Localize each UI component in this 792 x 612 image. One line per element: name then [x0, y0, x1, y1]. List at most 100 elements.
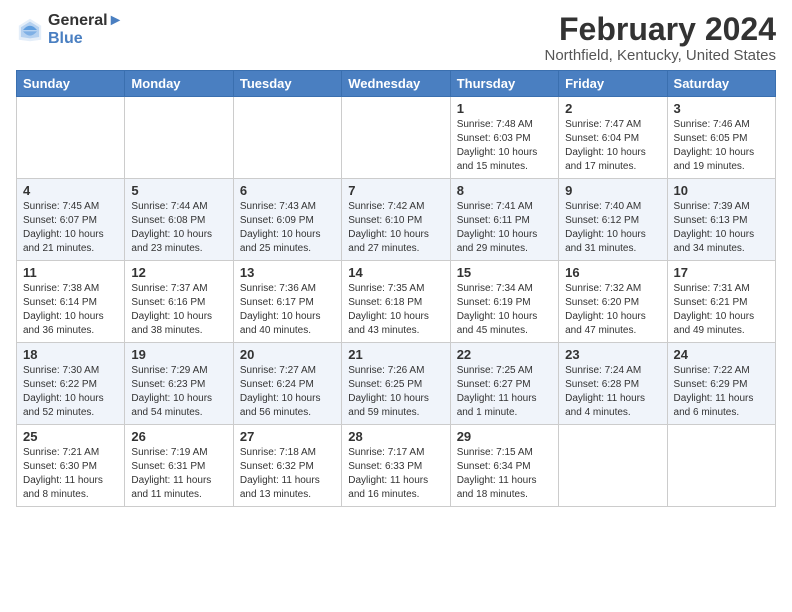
main-title: February 2024: [544, 12, 776, 47]
calendar-cell: [17, 97, 125, 179]
calendar-week-3: 11 Sunrise: 7:38 AM Sunset: 6:14 PM Dayli…: [17, 261, 776, 343]
day-number: 18: [23, 347, 118, 362]
day-info: Sunrise: 7:43 AM Sunset: 6:09 PM Dayligh…: [240, 200, 335, 256]
calendar-cell: [233, 97, 341, 179]
day-number: 9: [565, 183, 660, 198]
calendar-cell: 1 Sunrise: 7:48 AM Sunset: 6:03 PM Daylig…: [450, 97, 558, 179]
day-number: 28: [348, 429, 443, 444]
calendar-cell: 14Sunrise: 7:35 AM Sunset: 6:18 PM Dayli…: [342, 261, 450, 343]
day-info: Sunrise: 7:38 AM Sunset: 6:14 PM Dayligh…: [23, 282, 118, 338]
calendar-cell: 9Sunrise: 7:40 AM Sunset: 6:12 PM Daylig…: [559, 179, 667, 261]
day-info: Sunrise: 7:48 AM Sunset: 6:03 PM Dayligh…: [457, 118, 552, 174]
calendar-cell: 19 Sunrise: 7:29 AM Sunset: 6:23 PM Dayli…: [125, 343, 233, 425]
day-number: 29: [457, 429, 552, 444]
calendar-cell: 28 Sunrise: 7:17 AM Sunset: 6:33 PM Dayli…: [342, 425, 450, 507]
calendar-cell: 20 Sunrise: 7:27 AM Sunset: 6:24 PM Dayli…: [233, 343, 341, 425]
day-number: 2: [565, 101, 660, 116]
calendar-cell: 26 Sunrise: 7:19 AM Sunset: 6:31 PM Dayli…: [125, 425, 233, 507]
day-info: Sunrise: 7:47 AM Sunset: 6:04 PM Dayligh…: [565, 118, 660, 174]
header-thursday: Thursday: [450, 71, 558, 97]
calendar-cell: 16Sunrise: 7:32 AM Sunset: 6:20 PM Dayli…: [559, 261, 667, 343]
day-number: 13: [240, 265, 335, 280]
day-info: Sunrise: 7:25 AM Sunset: 6:27 PM Dayligh…: [457, 364, 552, 420]
day-info: Sunrise: 7:39 AM Sunset: 6:13 PM Dayligh…: [674, 200, 769, 256]
day-number: 26: [131, 429, 226, 444]
calendar-cell: 8 Sunrise: 7:41 AM Sunset: 6:11 PM Daylig…: [450, 179, 558, 261]
day-info: Sunrise: 7:15 AM Sunset: 6:34 PM Dayligh…: [457, 446, 552, 502]
subtitle: Northfield, Kentucky, United States: [544, 47, 776, 64]
day-info: Sunrise: 7:42 AM Sunset: 6:10 PM Dayligh…: [348, 200, 443, 256]
calendar-table: Sunday Monday Tuesday Wednesday Thursday…: [16, 70, 776, 507]
logo-text: General► Blue: [48, 12, 123, 48]
page-container: General► Blue February 2024 Northfield, …: [0, 0, 792, 515]
day-info: Sunrise: 7:18 AM Sunset: 6:32 PM Dayligh…: [240, 446, 335, 502]
calendar-cell: [559, 425, 667, 507]
calendar-cell: [667, 425, 775, 507]
day-number: 11: [23, 265, 118, 280]
day-info: Sunrise: 7:36 AM Sunset: 6:17 PM Dayligh…: [240, 282, 335, 338]
day-info: Sunrise: 7:24 AM Sunset: 6:28 PM Dayligh…: [565, 364, 660, 420]
calendar-cell: [342, 97, 450, 179]
day-number: 3: [674, 101, 769, 116]
title-section: February 2024 Northfield, Kentucky, Unit…: [544, 12, 776, 64]
day-info: Sunrise: 7:34 AM Sunset: 6:19 PM Dayligh…: [457, 282, 552, 338]
day-info: Sunrise: 7:37 AM Sunset: 6:16 PM Dayligh…: [131, 282, 226, 338]
day-number: 6: [240, 183, 335, 198]
day-number: 4: [23, 183, 118, 198]
header-wednesday: Wednesday: [342, 71, 450, 97]
weekday-header-row: Sunday Monday Tuesday Wednesday Thursday…: [17, 71, 776, 97]
day-number: 1: [457, 101, 552, 116]
calendar-cell: 13 Sunrise: 7:36 AM Sunset: 6:17 PM Dayli…: [233, 261, 341, 343]
day-info: Sunrise: 7:22 AM Sunset: 6:29 PM Dayligh…: [674, 364, 769, 420]
header-tuesday: Tuesday: [233, 71, 341, 97]
day-info: Sunrise: 7:29 AM Sunset: 6:23 PM Dayligh…: [131, 364, 226, 420]
day-number: 22: [457, 347, 552, 362]
calendar-cell: 21Sunrise: 7:26 AM Sunset: 6:25 PM Dayli…: [342, 343, 450, 425]
calendar-cell: 23Sunrise: 7:24 AM Sunset: 6:28 PM Dayli…: [559, 343, 667, 425]
day-number: 8: [457, 183, 552, 198]
calendar-cell: 7 Sunrise: 7:42 AM Sunset: 6:10 PM Daylig…: [342, 179, 450, 261]
day-info: Sunrise: 7:19 AM Sunset: 6:31 PM Dayligh…: [131, 446, 226, 502]
header-sunday: Sunday: [17, 71, 125, 97]
logo: General► Blue: [16, 12, 123, 48]
day-number: 24: [674, 347, 769, 362]
day-number: 16: [565, 265, 660, 280]
day-info: Sunrise: 7:41 AM Sunset: 6:11 PM Dayligh…: [457, 200, 552, 256]
calendar-week-2: 4Sunrise: 7:45 AM Sunset: 6:07 PM Daylig…: [17, 179, 776, 261]
calendar-week-4: 18Sunrise: 7:30 AM Sunset: 6:22 PM Dayli…: [17, 343, 776, 425]
day-number: 27: [240, 429, 335, 444]
calendar-cell: 12 Sunrise: 7:37 AM Sunset: 6:16 PM Dayli…: [125, 261, 233, 343]
day-info: Sunrise: 7:35 AM Sunset: 6:18 PM Dayligh…: [348, 282, 443, 338]
day-number: 10: [674, 183, 769, 198]
calendar-week-1: 1 Sunrise: 7:48 AM Sunset: 6:03 PM Daylig…: [17, 97, 776, 179]
calendar-cell: 17 Sunrise: 7:31 AM Sunset: 6:21 PM Dayli…: [667, 261, 775, 343]
day-info: Sunrise: 7:44 AM Sunset: 6:08 PM Dayligh…: [131, 200, 226, 256]
calendar-cell: 29 Sunrise: 7:15 AM Sunset: 6:34 PM Dayli…: [450, 425, 558, 507]
day-info: Sunrise: 7:17 AM Sunset: 6:33 PM Dayligh…: [348, 446, 443, 502]
day-number: 7: [348, 183, 443, 198]
calendar-cell: [125, 97, 233, 179]
day-number: 19: [131, 347, 226, 362]
calendar-cell: 4Sunrise: 7:45 AM Sunset: 6:07 PM Daylig…: [17, 179, 125, 261]
calendar-cell: 25Sunrise: 7:21 AM Sunset: 6:30 PM Dayli…: [17, 425, 125, 507]
day-number: 20: [240, 347, 335, 362]
calendar-cell: 18Sunrise: 7:30 AM Sunset: 6:22 PM Dayli…: [17, 343, 125, 425]
calendar-cell: 15 Sunrise: 7:34 AM Sunset: 6:19 PM Dayli…: [450, 261, 558, 343]
header: General► Blue February 2024 Northfield, …: [16, 12, 776, 64]
day-number: 17: [674, 265, 769, 280]
day-info: Sunrise: 7:31 AM Sunset: 6:21 PM Dayligh…: [674, 282, 769, 338]
calendar-cell: 22 Sunrise: 7:25 AM Sunset: 6:27 PM Dayli…: [450, 343, 558, 425]
header-saturday: Saturday: [667, 71, 775, 97]
header-friday: Friday: [559, 71, 667, 97]
day-number: 15: [457, 265, 552, 280]
day-number: 12: [131, 265, 226, 280]
day-number: 5: [131, 183, 226, 198]
calendar-cell: 3Sunrise: 7:46 AM Sunset: 6:05 PM Daylig…: [667, 97, 775, 179]
calendar-cell: 10 Sunrise: 7:39 AM Sunset: 6:13 PM Dayli…: [667, 179, 775, 261]
calendar-week-5: 25Sunrise: 7:21 AM Sunset: 6:30 PM Dayli…: [17, 425, 776, 507]
day-info: Sunrise: 7:27 AM Sunset: 6:24 PM Dayligh…: [240, 364, 335, 420]
calendar-cell: 6 Sunrise: 7:43 AM Sunset: 6:09 PM Daylig…: [233, 179, 341, 261]
calendar-cell: 11 Sunrise: 7:38 AM Sunset: 6:14 PM Dayli…: [17, 261, 125, 343]
calendar-cell: 24 Sunrise: 7:22 AM Sunset: 6:29 PM Dayli…: [667, 343, 775, 425]
day-number: 21: [348, 347, 443, 362]
